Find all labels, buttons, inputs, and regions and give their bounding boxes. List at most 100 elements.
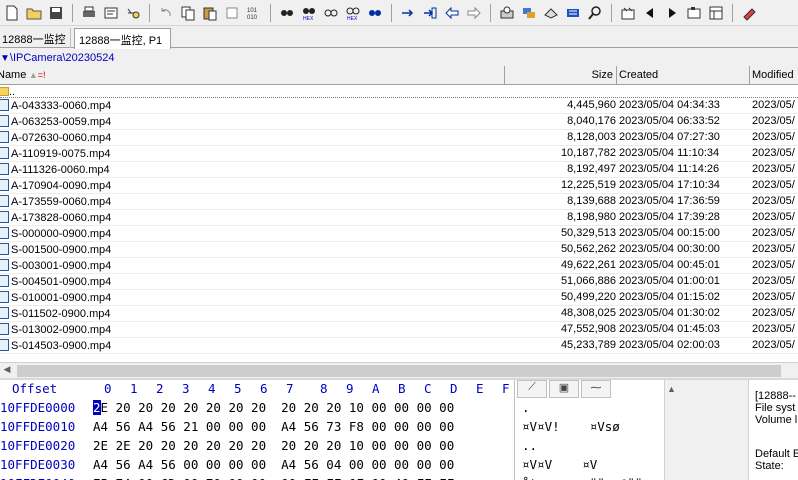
hex-ascii[interactable]: ¤V¤V! ¤Vsø <box>522 419 620 434</box>
disk-tools-icon[interactable] <box>541 3 561 23</box>
hex-101-icon[interactable]: 101 010 <box>244 3 264 23</box>
pen-icon[interactable]: ⟋ <box>517 380 547 398</box>
properties-icon[interactable] <box>101 3 121 23</box>
current-path[interactable]: \IPCamera\20230524 <box>10 52 115 64</box>
hex-offset: 10FFDE0010 <box>0 419 76 434</box>
column-header-modified[interactable]: Modified <box>750 66 798 85</box>
scroll-up-icon[interactable]: ▲ <box>667 384 676 394</box>
file-row[interactable]: A-173559-0060.mp4 8,139,688 2023/05/04 17:… <box>0 194 798 210</box>
undo-icon[interactable] <box>123 3 143 23</box>
file-row[interactable]: S-013002-0900.mp4 47,552,908 2023/05/04 01… <box>0 322 798 338</box>
tab-partition[interactable]: 12888一监控, P1 <box>74 28 172 49</box>
copy-icon[interactable] <box>178 3 198 23</box>
hex-editor[interactable]: Offset 0 1 2 3 4 5 6 7 8 9 A B C D E F ⟋ ▣ ⁓ 10FFDE0000… <box>0 380 664 480</box>
file-name: A-072630-0060.mp4 <box>11 132 112 144</box>
undo-arrow-icon[interactable] <box>156 3 176 23</box>
find-hex-icon[interactable]: HEX <box>299 3 319 23</box>
file-row[interactable]: A-173828-0060.mp4 8,198,980 2023/05/04 17:… <box>0 210 798 226</box>
file-row[interactable]: S-011502-0900.mp4 48,308,025 2023/05/04 01… <box>0 306 798 322</box>
memory-icon[interactable] <box>563 3 583 23</box>
options-icon[interactable] <box>739 3 759 23</box>
file-row[interactable]: A-110919-0075.mp4 10,187,782 2023/05/04 11… <box>0 146 798 162</box>
file-modified: 2023/05/ <box>752 147 795 159</box>
hex-ascii[interactable]: åt m p ÿÿ @ÿÿ <box>522 476 642 480</box>
file-created: 2023/05/04 11:14:26 <box>619 163 720 175</box>
scrollbar-thumb[interactable] <box>17 365 781 377</box>
find-icon[interactable] <box>277 3 297 23</box>
goto-offset-icon[interactable] <box>398 3 418 23</box>
file-size: 8,198,980 <box>567 211 616 223</box>
new-file-icon[interactable] <box>2 3 22 23</box>
hex-bytes[interactable]: 2E 2E 20 20 20 20 20 20 20 20 20 10 00 0… <box>93 438 454 453</box>
hex-ascii[interactable]: .. <box>522 438 537 453</box>
hex-row[interactable]: 10FFDE0040 E5 74 00 6D 00 70 00 00 00 FF … <box>0 474 664 480</box>
file-row[interactable]: A-170904-0090.mp4 12,225,519 2023/05/04 17… <box>0 178 798 194</box>
paste-special-icon[interactable] <box>222 3 242 23</box>
file-modified: 2023/05/ <box>752 211 795 223</box>
file-size: 49,622,261 <box>560 259 616 271</box>
tab-disk[interactable]: 12888一监控 <box>0 28 71 48</box>
column-header-name[interactable]: Name ▲=! <box>0 66 505 85</box>
replace-hex-icon[interactable]: HEX <box>343 3 363 23</box>
file-name: S-010001-0900.mp4 <box>11 292 112 304</box>
hex-row[interactable]: 10FFDE0000 2E 20 20 20 20 20 20 20 20 20 … <box>0 398 664 417</box>
hex-scrollbar[interactable]: ▲ <box>664 380 678 480</box>
column-header-size[interactable]: Size <box>505 66 617 85</box>
hex-column-label: 6 <box>260 381 268 396</box>
file-name: S-004501-0900.mp4 <box>11 276 112 288</box>
file-modified: 2023/05/ <box>752 323 795 335</box>
info-disk-label: [12888-- <box>755 390 796 402</box>
paste-icon[interactable] <box>200 3 220 23</box>
prev-icon[interactable] <box>640 3 660 23</box>
file-row[interactable]: A-063253-0059.mp4 8,040,176 2023/05/04 06:… <box>0 114 798 130</box>
toolbar-separator <box>72 3 73 22</box>
replace-icon[interactable] <box>321 3 341 23</box>
goto-sector-icon[interactable] <box>420 3 440 23</box>
directory-icon[interactable] <box>706 3 726 23</box>
file-row[interactable]: S-010001-0900.mp4 50,499,220 2023/05/04 01… <box>0 290 798 306</box>
scroll-left-icon[interactable]: ◀ <box>0 364 14 378</box>
find-next-icon[interactable] <box>365 3 385 23</box>
back-icon[interactable] <box>442 3 462 23</box>
svg-text:HEX: HEX <box>303 16 314 21</box>
file-row[interactable]: A-043333-0060.mp4 4,445,960 2023/05/04 04:… <box>0 98 798 114</box>
hex-row[interactable]: 10FFDE0010 A4 56 A4 56 21 00 00 00 A4 56 … <box>0 417 664 436</box>
hex-cursor[interactable]: 2 <box>93 400 101 415</box>
forward-icon[interactable] <box>464 3 484 23</box>
horizontal-scrollbar[interactable]: ◀ <box>0 362 798 378</box>
search-icon[interactable] <box>585 3 605 23</box>
open-folder-icon[interactable] <box>24 3 44 23</box>
next-icon[interactable] <box>662 3 682 23</box>
hex-bytes[interactable]: E5 74 00 6D 00 70 00 00 00 FF FF 0F 00 4… <box>93 476 454 480</box>
hex-column-label: 3 <box>182 381 190 396</box>
hex-ascii[interactable]: ¤V¤V ¤V <box>522 457 597 472</box>
file-row[interactable]: S-004501-0900.mp4 51,066,886 2023/05/04 01… <box>0 274 798 290</box>
hex-bytes[interactable]: A4 56 A4 56 21 00 00 00 A4 56 73 F8 00 0… <box>93 419 454 434</box>
hex-bytes[interactable]: A4 56 A4 56 00 00 00 00 A4 56 04 00 00 0… <box>93 457 454 472</box>
file-row[interactable]: A-072630-0060.mp4 8,128,003 2023/05/04 07:… <box>0 130 798 146</box>
parent-directory-row[interactable]: .. <box>0 85 798 98</box>
highlight-icon[interactable]: ▣ <box>549 380 579 398</box>
ram-icon[interactable] <box>519 3 539 23</box>
hex-offset: 10FFDE0000 <box>0 400 76 415</box>
file-row[interactable]: S-014503-0900.mp4 45,233,789 2023/05/04 02… <box>0 338 798 354</box>
file-row[interactable]: S-003001-0900.mp4 49,622,261 2023/05/04 00… <box>0 258 798 274</box>
svg-text:HEX: HEX <box>347 16 358 21</box>
column-header-created[interactable]: Created <box>617 66 750 85</box>
filter-icon[interactable]: ▼ <box>0 53 10 64</box>
file-row[interactable]: S-000000-0900.mp4 50,329,513 2023/05/04 00… <box>0 226 798 242</box>
tools-icon[interactable] <box>618 3 638 23</box>
hex-bytes[interactable]: 2E 20 20 20 20 20 20 20 20 20 20 10 00 0… <box>93 400 454 415</box>
line-icon[interactable]: ⁓ <box>581 380 611 398</box>
save-icon[interactable] <box>46 3 66 23</box>
open-disk-icon[interactable] <box>497 3 517 23</box>
file-size: 10,187,782 <box>560 147 616 159</box>
hex-row[interactable]: 10FFDE0020 2E 2E 20 20 20 20 20 20 20 20 … <box>0 436 664 455</box>
snapshot-icon[interactable] <box>684 3 704 23</box>
print-icon[interactable] <box>79 3 99 23</box>
hex-row[interactable]: 10FFDE0030 A4 56 A4 56 00 00 00 00 A4 56 … <box>0 455 664 474</box>
hex-ascii[interactable]: . <box>522 400 530 415</box>
file-modified: 2023/05/ <box>752 131 795 143</box>
file-row[interactable]: S-001500-0900.mp4 50,562,262 2023/05/04 00… <box>0 242 798 258</box>
file-row[interactable]: A-111326-0060.mp4 8,192,497 2023/05/04 11:… <box>0 162 798 178</box>
